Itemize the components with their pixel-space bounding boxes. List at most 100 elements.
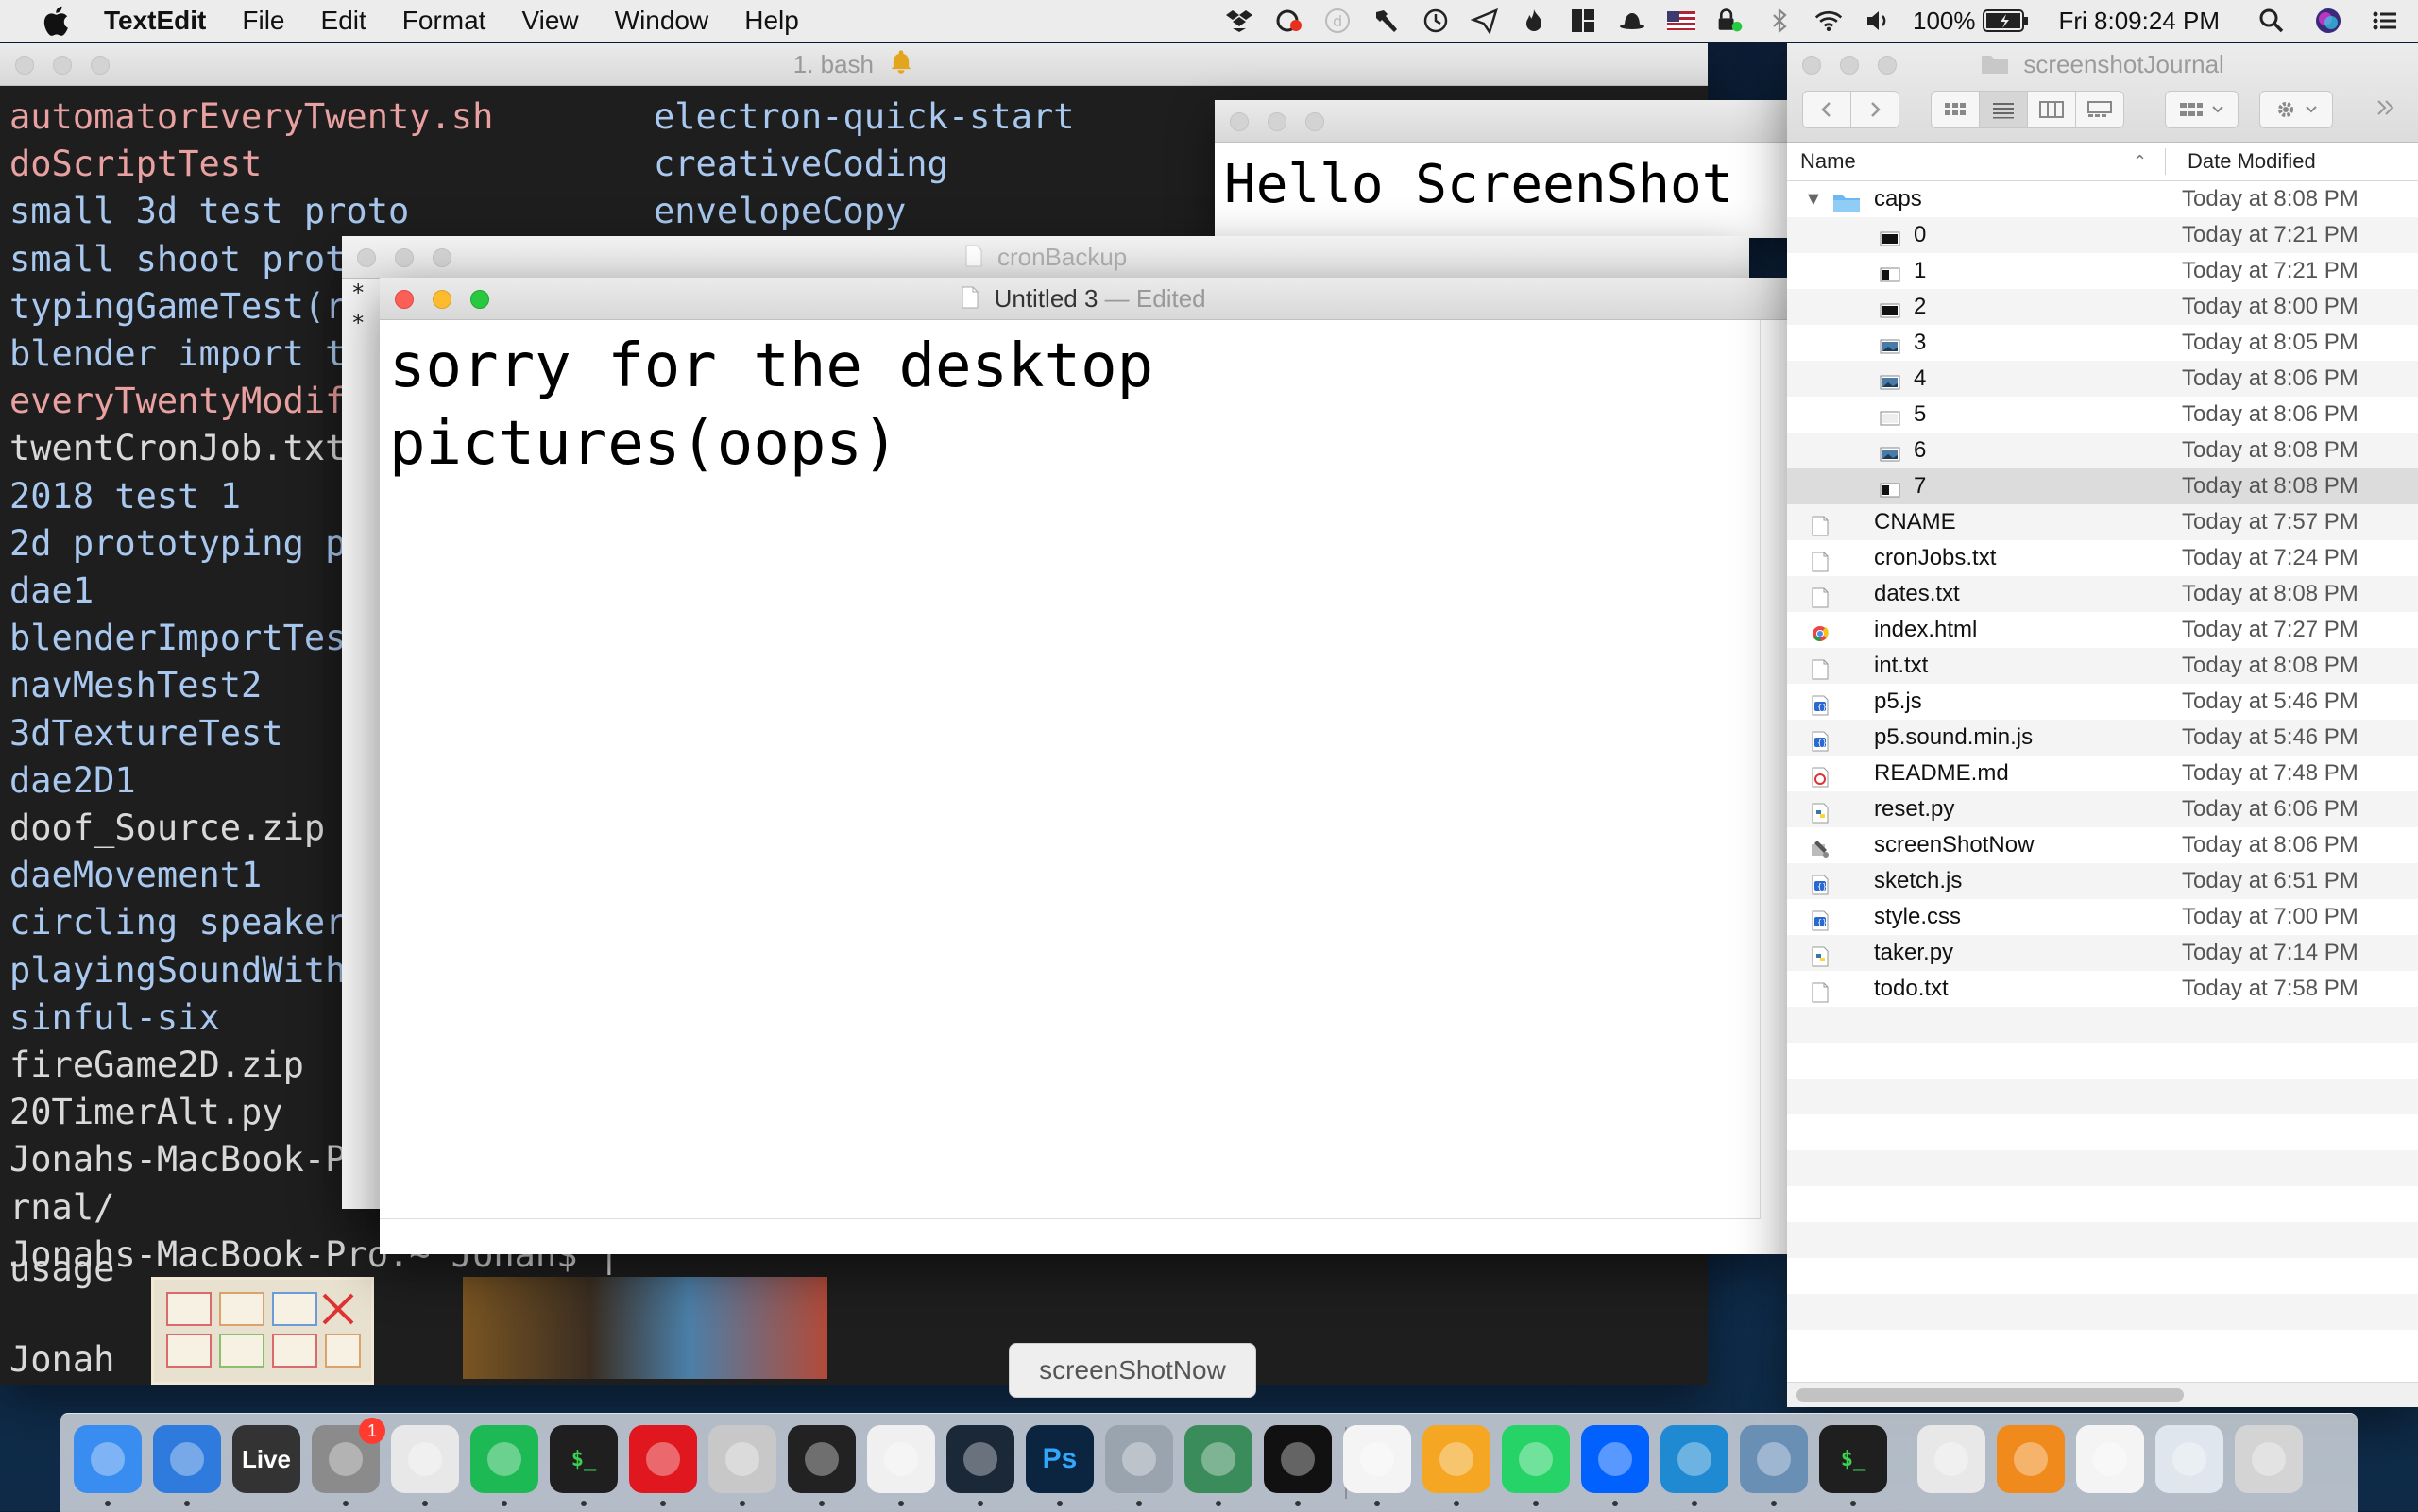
finder-row[interactable]: {} sketch.js Today at 6:51 PM: [1787, 863, 2418, 899]
bluetooth-icon[interactable]: [1765, 7, 1794, 35]
finder-row[interactable]: cronJobs.txt Today at 7:24 PM: [1787, 540, 2418, 576]
close-button[interactable]: [1230, 112, 1249, 131]
finder-row[interactable]: 2 Today at 8:00 PM: [1787, 289, 2418, 325]
finder-row[interactable]: CNAME Today at 7:57 PM: [1787, 504, 2418, 540]
group-by-button[interactable]: [2165, 91, 2239, 128]
vpn-lock-icon[interactable]: [1716, 7, 1745, 35]
creative-cloud-icon[interactable]: [1274, 7, 1303, 35]
finder-row[interactable]: 4 Today at 8:06 PM: [1787, 361, 2418, 397]
textedit-window[interactable]: Untitled 3 — Edited sorry for the deskto…: [380, 278, 1787, 1254]
dock-item-dropbox[interactable]: [1581, 1425, 1649, 1493]
menu-edit[interactable]: Edit: [321, 6, 366, 36]
icon-view-button[interactable]: [1931, 91, 1980, 128]
dock-item-steam[interactable]: [946, 1425, 1014, 1493]
battery-percent[interactable]: 100%: [1913, 7, 1976, 36]
cronbackup-titlebar[interactable]: cronBackup: [342, 236, 1749, 279]
dock-item-chrome[interactable]: [391, 1425, 459, 1493]
menu-view[interactable]: View: [521, 6, 578, 36]
textedit-titlebar[interactable]: Untitled 3 — Edited: [380, 278, 1787, 320]
action-menu-button[interactable]: [2259, 91, 2333, 128]
finder-row[interactable]: todo.txt Today at 7:58 PM: [1787, 971, 2418, 1007]
finder-row[interactable]: 1 Today at 7:21 PM: [1787, 253, 2418, 289]
dock-item-textedit[interactable]: [1343, 1425, 1411, 1493]
finder-row[interactable]: dates.txt Today at 8:08 PM: [1787, 576, 2418, 612]
wifi-icon[interactable]: [1814, 7, 1843, 35]
finder-row[interactable]: 7 Today at 8:08 PM: [1787, 468, 2418, 504]
hammer-icon[interactable]: [1372, 7, 1401, 35]
menu-window[interactable]: Window: [615, 6, 709, 36]
disclosure-triangle-icon[interactable]: ▼: [1804, 181, 1823, 217]
finder-file-list[interactable]: ▼ caps Today at 8:08 PM 0 Today at 7:21 PM 1 T…: [1787, 181, 2418, 1366]
scrollbar-thumb[interactable]: [1796, 1388, 2184, 1402]
column-view-button[interactable]: [2027, 91, 2076, 128]
volume-icon[interactable]: [1864, 7, 1892, 35]
finder-row[interactable]: 6 Today at 8:08 PM: [1787, 433, 2418, 468]
dock-item-vlc[interactable]: [1997, 1425, 2065, 1493]
dock-item-xcode-hammer[interactable]: [1422, 1425, 1490, 1493]
dock-item-vscode[interactable]: [1660, 1425, 1728, 1493]
dropbox-icon[interactable]: [1225, 7, 1253, 35]
finder-row[interactable]: 3 Today at 8:05 PM: [1787, 325, 2418, 361]
finder-window[interactable]: screenshotJournal Name ⌃ Date Modified ▼…: [1787, 43, 2418, 1407]
zoom-button[interactable]: [1305, 112, 1324, 131]
flame-icon[interactable]: [1520, 7, 1548, 35]
finder-row[interactable]: {} p5.sound.min.js Today at 5:46 PM: [1787, 720, 2418, 756]
name-column-header[interactable]: Name: [1800, 149, 1856, 174]
dock-item-opera[interactable]: [629, 1425, 697, 1493]
dock-item-txt-doc[interactable]: [2076, 1425, 2144, 1493]
dock-item-finder[interactable]: [74, 1425, 142, 1493]
zoom-button[interactable]: [91, 56, 110, 75]
dock-item-spotify[interactable]: [470, 1425, 538, 1493]
minimize-button[interactable]: [53, 56, 72, 75]
minimize-button[interactable]: [395, 248, 414, 267]
notification-center-icon[interactable]: [2371, 7, 2399, 35]
menu-format[interactable]: Format: [402, 6, 486, 36]
hello-window-titlebar[interactable]: [1215, 100, 1800, 143]
dock-item-terminal-2[interactable]: $_: [1819, 1425, 1887, 1493]
us-flag-icon[interactable]: [1666, 7, 1695, 35]
close-button[interactable]: [357, 248, 376, 267]
dock-item-ableton-live[interactable]: Live: [232, 1425, 300, 1493]
finder-row[interactable]: taker.py Today at 7:14 PM: [1787, 935, 2418, 971]
battery-icon[interactable]: [1983, 7, 2030, 35]
menu-help[interactable]: Help: [744, 6, 799, 36]
dock-item-automator[interactable]: [1105, 1425, 1173, 1493]
dock-item-safari[interactable]: [153, 1425, 221, 1493]
sort-ascending-icon[interactable]: ⌃: [2133, 152, 2147, 172]
send-icon[interactable]: [1470, 7, 1499, 35]
dock-item-trash[interactable]: [2235, 1425, 2303, 1493]
toolbar-overflow-icon[interactable]: [2375, 96, 2397, 124]
dock-item-document-stack[interactable]: [2155, 1425, 2223, 1493]
dock-item-unity[interactable]: [867, 1425, 935, 1493]
finder-row[interactable]: screenShotNow Today at 8:06 PM: [1787, 827, 2418, 863]
finder-row[interactable]: int.txt Today at 8:08 PM: [1787, 648, 2418, 684]
finder-row[interactable]: reset.py Today at 6:06 PM: [1787, 791, 2418, 827]
dock-item-whatsapp[interactable]: [1502, 1425, 1570, 1493]
horizontal-scrollbar[interactable]: [1787, 1382, 2418, 1407]
zoom-button[interactable]: [433, 248, 451, 267]
hello-screenshot-window[interactable]: Hello ScreenShot: [1215, 100, 1800, 238]
dock-item-photoshop[interactable]: Ps: [1026, 1425, 1094, 1493]
document-text-area[interactable]: sorry for the desktop pictures(oops): [380, 320, 1761, 1219]
minimize-button[interactable]: [1268, 112, 1286, 131]
back-button[interactable]: [1802, 91, 1851, 128]
dock-item-textedit-doc[interactable]: [1264, 1425, 1332, 1493]
gallery-view-button[interactable]: [2075, 91, 2124, 128]
apple-menu-icon[interactable]: [36, 4, 74, 38]
dock-item-script-editor[interactable]: [708, 1425, 776, 1493]
time-machine-icon[interactable]: [1422, 7, 1450, 35]
dock-item-system-preferences[interactable]: 1: [312, 1418, 385, 1493]
list-view-button[interactable]: [1979, 91, 2028, 128]
finder-row[interactable]: ▼ caps Today at 8:08 PM: [1787, 181, 2418, 217]
finder-row[interactable]: 0 Today at 7:21 PM: [1787, 217, 2418, 253]
terminal-titlebar[interactable]: 1. bash: [0, 43, 1708, 86]
date-modified-column-header[interactable]: Date Modified: [2188, 149, 2316, 174]
menu-clock[interactable]: Fri 8:09:24 PM: [2058, 7, 2220, 36]
dashlane-icon[interactable]: d: [1323, 7, 1352, 35]
dock-item-activity-monitor[interactable]: [788, 1425, 856, 1493]
finder-row[interactable]: index.html Today at 7:27 PM: [1787, 612, 2418, 648]
spotlight-search-icon[interactable]: [2257, 7, 2286, 35]
siri-icon[interactable]: [2314, 7, 2342, 35]
finder-row[interactable]: README.md Today at 7:48 PM: [1787, 756, 2418, 791]
close-button[interactable]: [395, 290, 414, 309]
